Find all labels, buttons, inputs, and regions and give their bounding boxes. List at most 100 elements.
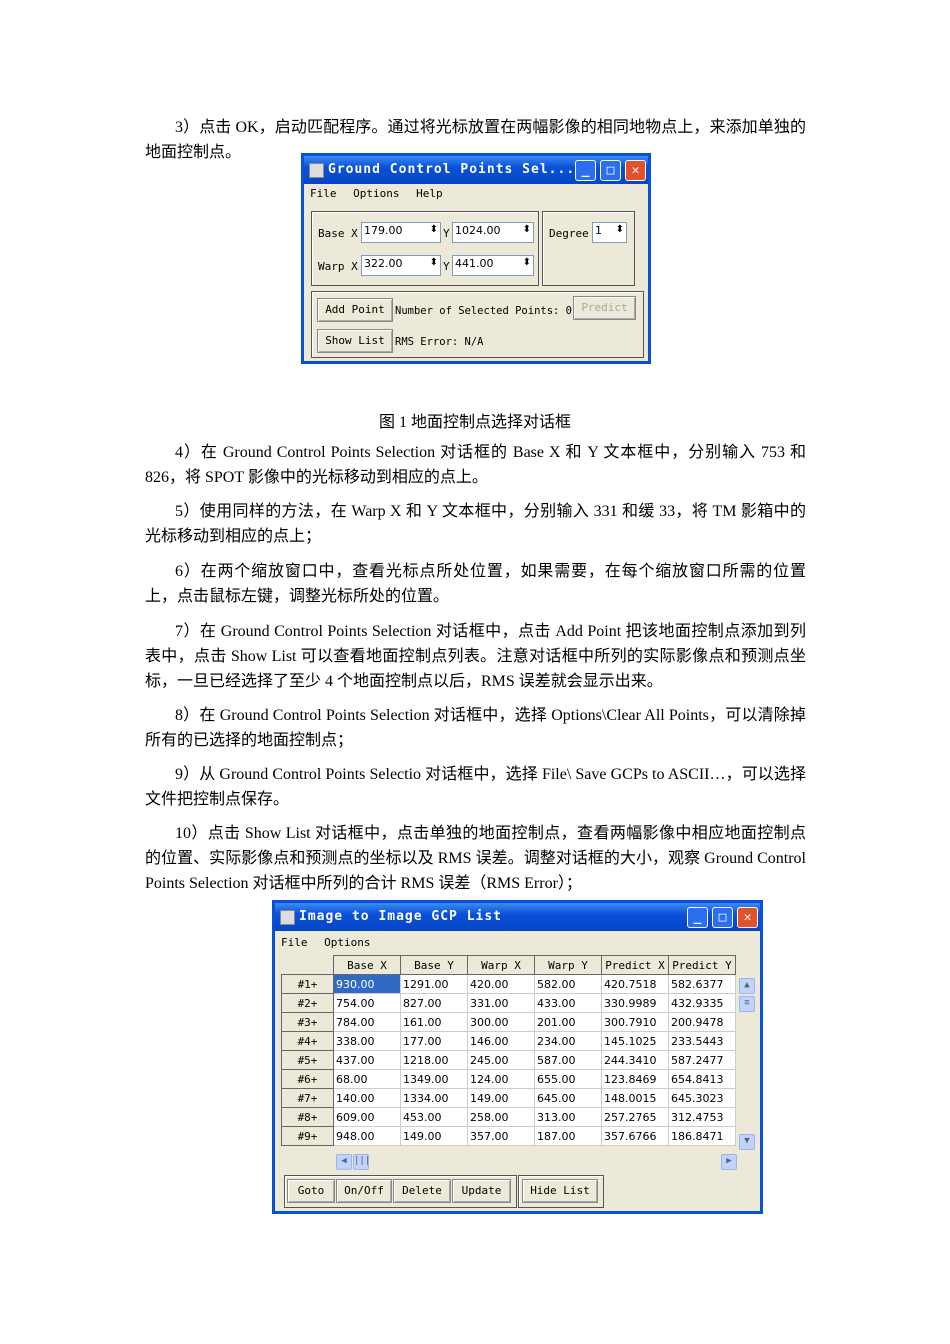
- table-cell[interactable]: 140.00: [333, 1088, 401, 1108]
- table-cell[interactable]: 827.00: [400, 993, 468, 1013]
- table-row[interactable]: #9+ 948.00 149.00 357.00 187.00 357.6766 186.8…: [281, 1126, 736, 1146]
- minimize-icon[interactable]: _: [575, 160, 596, 181]
- delete-button[interactable]: Delete: [393, 1179, 451, 1203]
- column-header[interactable]: Base X: [333, 955, 401, 975]
- table-cell[interactable]: 313.00: [534, 1107, 602, 1127]
- menu-file[interactable]: File: [281, 936, 308, 949]
- update-button[interactable]: Update: [452, 1179, 511, 1203]
- scroll-up-icon[interactable]: ▲: [739, 978, 755, 994]
- menu-options[interactable]: Options: [324, 936, 370, 949]
- table-cell[interactable]: 234.00: [534, 1031, 602, 1051]
- table-cell[interactable]: 655.00: [534, 1069, 602, 1089]
- add-point-button[interactable]: Add Point: [317, 298, 393, 322]
- table-cell[interactable]: 161.00: [400, 1012, 468, 1032]
- close-icon[interactable]: ✕: [625, 160, 646, 181]
- table-cell[interactable]: 587.00: [534, 1050, 602, 1070]
- table-cell[interactable]: 187.00: [534, 1126, 602, 1146]
- table-cell[interactable]: 930.00: [333, 974, 401, 994]
- table-row[interactable]: #7+ 140.00 1334.00 149.00 645.00 148.0015 645.…: [281, 1088, 736, 1108]
- table-cell[interactable]: 784.00: [333, 1012, 401, 1032]
- table-cell[interactable]: 754.00: [333, 993, 401, 1013]
- table-cell[interactable]: 437.00: [333, 1050, 401, 1070]
- table-cell[interactable]: 645.3023: [668, 1088, 736, 1108]
- row-header[interactable]: #3+: [281, 1012, 334, 1032]
- vertical-scrollbar-thumb[interactable]: ≡: [739, 996, 755, 1012]
- table-cell[interactable]: 124.00: [467, 1069, 535, 1089]
- table-cell[interactable]: 338.00: [333, 1031, 401, 1051]
- table-cell[interactable]: 420.7518: [601, 974, 669, 994]
- table-cell[interactable]: 149.00: [400, 1126, 468, 1146]
- hide-list-button[interactable]: Hide List: [522, 1179, 598, 1203]
- show-list-button[interactable]: Show List: [317, 329, 393, 353]
- row-header[interactable]: #6+: [281, 1069, 334, 1089]
- table-cell[interactable]: 233.5443: [668, 1031, 736, 1051]
- scroll-left-icon[interactable]: ◀: [336, 1154, 352, 1170]
- table-cell[interactable]: 123.8469: [601, 1069, 669, 1089]
- table-cell[interactable]: 645.00: [534, 1088, 602, 1108]
- table-row[interactable]: #4+ 338.00 177.00 146.00 234.00 145.1025 233.5…: [281, 1031, 736, 1051]
- maximize-icon[interactable]: □: [600, 160, 621, 181]
- row-header[interactable]: #8+: [281, 1107, 334, 1127]
- table-cell[interactable]: 149.00: [467, 1088, 535, 1108]
- base-x-input[interactable]: 179.00 ⬍: [361, 222, 441, 243]
- table-cell[interactable]: 68.00: [333, 1069, 401, 1089]
- table-cell[interactable]: 245.00: [467, 1050, 535, 1070]
- column-header[interactable]: Predict X: [601, 955, 669, 975]
- table-row[interactable]: #3+ 784.00 161.00 300.00 201.00 300.7910 200.9…: [281, 1012, 736, 1032]
- table-row[interactable]: #8+ 609.00 453.00 258.00 313.00 257.2765 312.4…: [281, 1107, 736, 1127]
- on-off-button[interactable]: On/Off: [336, 1179, 392, 1203]
- table-cell[interactable]: 201.00: [534, 1012, 602, 1032]
- table-cell[interactable]: 582.00: [534, 974, 602, 994]
- table-cell[interactable]: 357.00: [467, 1126, 535, 1146]
- goto-button[interactable]: Goto: [287, 1179, 335, 1203]
- close-icon[interactable]: ✕: [737, 907, 758, 928]
- table-cell[interactable]: 453.00: [400, 1107, 468, 1127]
- table-cell[interactable]: 186.8471: [668, 1126, 736, 1146]
- degree-input[interactable]: 1 ⬍: [592, 222, 627, 243]
- table-cell[interactable]: 654.8413: [668, 1069, 736, 1089]
- menu-help[interactable]: Help: [416, 187, 443, 200]
- table-row[interactable]: #6+ 68.00 1349.00 124.00 655.00 123.8469 654.8…: [281, 1069, 736, 1089]
- table-cell[interactable]: 1349.00: [400, 1069, 468, 1089]
- scroll-down-icon[interactable]: ▼: [739, 1134, 755, 1150]
- table-cell[interactable]: 609.00: [333, 1107, 401, 1127]
- table-cell[interactable]: 587.2477: [668, 1050, 736, 1070]
- row-header[interactable]: #1+: [281, 974, 334, 994]
- column-header[interactable]: Warp Y: [534, 955, 602, 975]
- column-header[interactable]: Predict Y: [668, 955, 736, 975]
- table-cell[interactable]: 1334.00: [400, 1088, 468, 1108]
- table-cell[interactable]: 244.3410: [601, 1050, 669, 1070]
- row-header[interactable]: #4+: [281, 1031, 334, 1051]
- row-header[interactable]: #2+: [281, 993, 334, 1013]
- table-cell[interactable]: 948.00: [333, 1126, 401, 1146]
- scroll-right-icon[interactable]: ▶: [721, 1154, 737, 1170]
- table-cell[interactable]: 1218.00: [400, 1050, 468, 1070]
- table-row[interactable]: #2+ 754.00 827.00 331.00 433.00 330.9989 432.9…: [281, 993, 736, 1013]
- warp-x-input[interactable]: 322.00 ⬍: [361, 255, 441, 276]
- table-cell[interactable]: 300.7910: [601, 1012, 669, 1032]
- table-row[interactable]: #5+ 437.00 1218.00 245.00 587.00 244.3410 587.…: [281, 1050, 736, 1070]
- table-cell[interactable]: 146.00: [467, 1031, 535, 1051]
- table-cell[interactable]: 200.9478: [668, 1012, 736, 1032]
- table-cell[interactable]: 177.00: [400, 1031, 468, 1051]
- predict-button[interactable]: Predict: [573, 296, 636, 320]
- base-y-input[interactable]: 1024.00 ⬍: [452, 222, 534, 243]
- row-header[interactable]: #7+: [281, 1088, 334, 1108]
- table-cell[interactable]: 1291.00: [400, 974, 468, 994]
- table-cell[interactable]: 357.6766: [601, 1126, 669, 1146]
- table-cell[interactable]: 312.4753: [668, 1107, 736, 1127]
- column-header[interactable]: Warp X: [467, 955, 535, 975]
- row-header[interactable]: #5+: [281, 1050, 334, 1070]
- table-cell[interactable]: 257.2765: [601, 1107, 669, 1127]
- table-cell[interactable]: 432.9335: [668, 993, 736, 1013]
- table-cell[interactable]: 330.9989: [601, 993, 669, 1013]
- table-cell[interactable]: 331.00: [467, 993, 535, 1013]
- table-cell[interactable]: 148.0015: [601, 1088, 669, 1108]
- horizontal-scrollbar-thumb[interactable]: |||: [353, 1154, 370, 1170]
- column-header[interactable]: Base Y: [400, 955, 468, 975]
- table-cell[interactable]: 420.00: [467, 974, 535, 994]
- minimize-icon[interactable]: _: [687, 907, 708, 928]
- table-cell[interactable]: 582.6377: [668, 974, 736, 994]
- table-cell[interactable]: 433.00: [534, 993, 602, 1013]
- warp-y-input[interactable]: 441.00 ⬍: [452, 255, 534, 276]
